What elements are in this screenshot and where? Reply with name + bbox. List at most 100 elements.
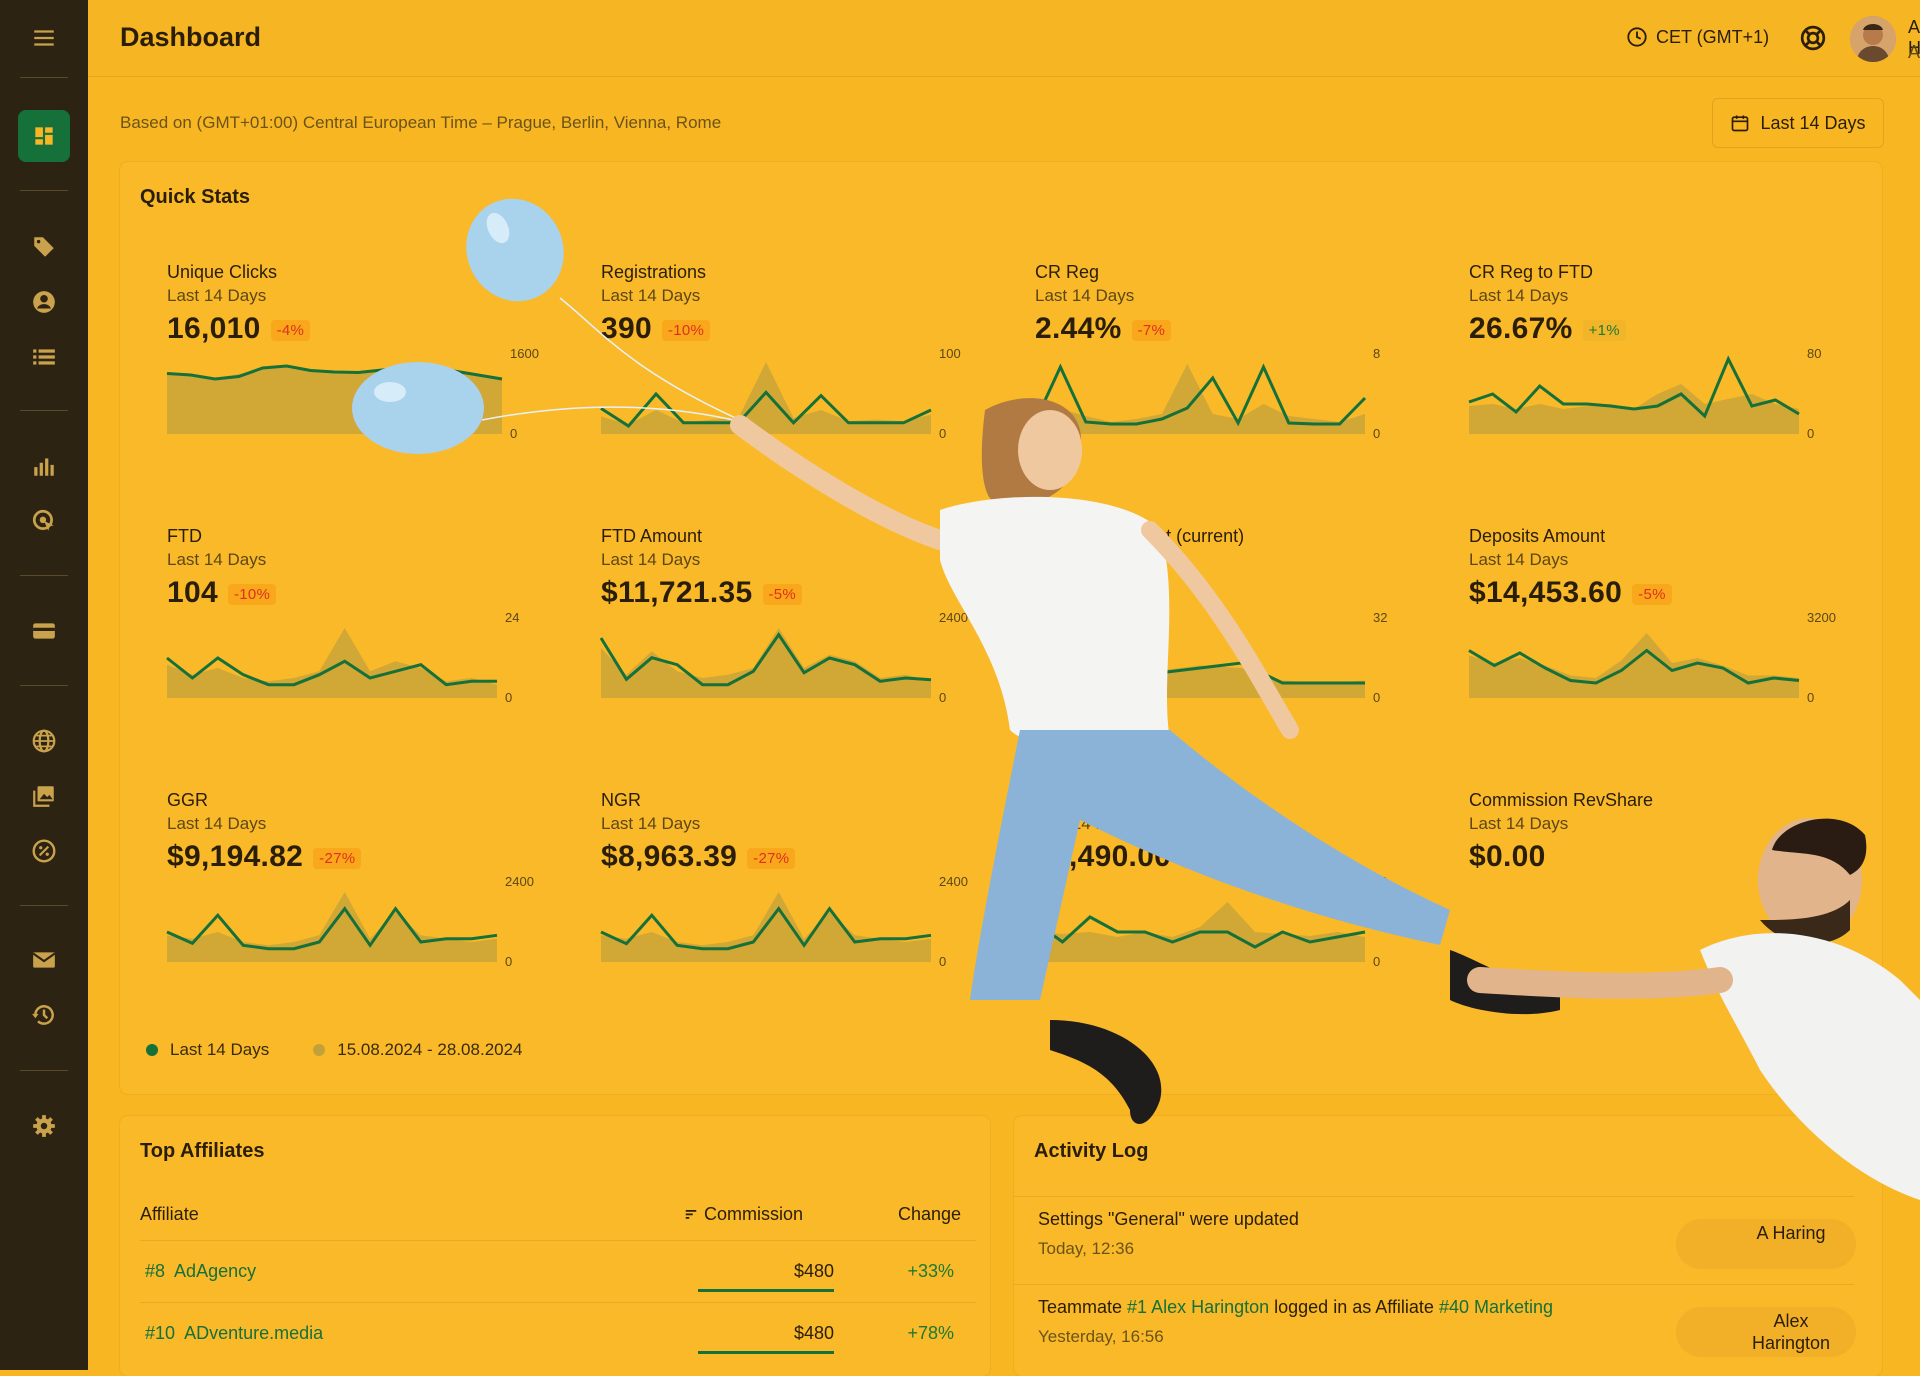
commission-value: $480: [793, 1323, 834, 1343]
stat-value: 390 -10%: [601, 312, 711, 346]
activity-link-affiliate[interactable]: #40 Marketing: [1439, 1297, 1553, 1317]
stat-period: Last 14 Days: [167, 814, 267, 833]
stat-value: 2.44% -7%: [1035, 312, 1172, 346]
col-commission-sort[interactable]: Commission: [684, 1204, 803, 1225]
help-lifebuoy-icon[interactable]: [1800, 25, 1826, 56]
stat-value: $14,453.60 -5%: [1469, 576, 1672, 610]
activity-text-pre: Teammate: [1038, 1297, 1128, 1317]
stat-value: $8,963.39 -27%: [601, 840, 796, 874]
previous-period-area: [167, 367, 502, 434]
images-icon[interactable]: [24, 776, 64, 816]
y-min-label: 0: [505, 690, 512, 705]
activity-text-pre: Settings "General" were updated: [1038, 1209, 1299, 1229]
legend-previous-dot: [313, 1044, 326, 1056]
stat-delta-badge: -5%: [1632, 583, 1672, 605]
activity-text-mid: logged in as Affiliate: [1269, 1297, 1439, 1317]
stat-period: Last 14 Days: [1469, 286, 1569, 305]
stat-value: $11,721.35 -5%: [601, 576, 803, 610]
user-circle-icon[interactable]: [24, 282, 64, 322]
stat-label: CR Reg: [1035, 262, 1100, 282]
dashboard-icon[interactable]: [18, 110, 70, 162]
y-min-label: 0: [1373, 426, 1380, 441]
previous-period-area: [167, 628, 497, 698]
affiliate-id: #8: [145, 1261, 166, 1281]
sparkline-chart: 80 0: [1034, 874, 1387, 969]
y-min-label: 0: [939, 690, 946, 705]
sparkline-chart: 2400 0: [599, 610, 968, 705]
activity-item: Settings "General" were updated Today, 1…: [1014, 1196, 1856, 1285]
affiliate-link[interactable]: #10 ADventure.media: [145, 1323, 323, 1344]
page-title: Dashboard: [120, 22, 262, 52]
sparkline-chart: 2400 0: [600, 874, 968, 969]
stat-delta-badge: -10%: [661, 319, 711, 341]
stat-card: NGR Last 14 Days $8,963.39 -27% 2400 0: [600, 790, 1001, 1030]
stat-label: Deposits Amount (current): [1035, 526, 1245, 546]
target-cursor-icon[interactable]: [24, 501, 64, 541]
y-min-label: 0: [939, 954, 946, 969]
activity-link-teammate[interactable]: #1 Alex Harington: [1127, 1297, 1269, 1317]
top-affiliates-title: Top Affiliates: [140, 1140, 265, 1162]
affiliate-name: AdAgency: [174, 1261, 257, 1281]
menu-icon[interactable]: [24, 18, 64, 58]
col-affiliate: Affiliate: [140, 1204, 199, 1224]
date-range-button[interactable]: Last 14 Days: [1712, 98, 1884, 148]
sparkline-chart: 100 0: [600, 346, 961, 441]
stat-period: Last 14 Days: [167, 286, 267, 305]
calendar-icon: [1732, 115, 1749, 132]
activity-item: Teammate #1 Alex Harington logged in as …: [1014, 1284, 1856, 1373]
stat-period: Last 14 Days: [1035, 286, 1135, 305]
sparkline-chart: 32 0: [1035, 610, 1387, 705]
sidebar-divider: [20, 77, 68, 78]
stat-label: Unique Clicks: [167, 262, 278, 282]
stat-period: Last 14 Days: [1469, 814, 1569, 833]
stat-period: Last 14 Days: [601, 286, 701, 305]
stat-label: FTD: [167, 526, 202, 546]
bar-chart-icon[interactable]: [24, 446, 64, 486]
col-change: Change: [898, 1204, 962, 1224]
sparkline-chart: 24 0: [166, 610, 519, 705]
timezone-note: Based on (GMT+01:00) Central European Ti…: [120, 113, 722, 132]
legend-current-dot: [146, 1044, 158, 1056]
stat-value-text: 16,010: [167, 312, 261, 345]
stat-label: FTD Amount: [601, 526, 703, 546]
stat-value: $9,194.82 -27%: [167, 840, 362, 874]
gear-icon[interactable]: [24, 1106, 64, 1146]
stat-delta-badge: -27%: [313, 847, 362, 869]
previous-period-area: [1469, 633, 1799, 698]
timezone-selector[interactable]: CET (GMT+1): [1626, 26, 1769, 48]
affiliate-link[interactable]: #8 AdAgency: [145, 1261, 256, 1282]
list-icon[interactable]: [24, 337, 64, 377]
activity-user-chip[interactable]: A Haring: [1676, 1219, 1856, 1269]
tag-icon[interactable]: [24, 227, 64, 267]
stat-value-text: 26.67%: [1469, 312, 1573, 345]
percent-icon[interactable]: [24, 831, 64, 871]
sidebar: [0, 0, 88, 1370]
y-min-label: 0: [505, 954, 512, 969]
y-max-label: 80: [1807, 346, 1821, 361]
stat-card: FTD Last 14 Days 104 -10% 24 0: [166, 526, 567, 766]
stat-card: Registrations Last 14 Days 390 -10% 100 0: [600, 262, 1001, 502]
sidebar-divider: [20, 1070, 68, 1071]
stat-label: CR Reg to FTD: [1469, 262, 1594, 282]
globe-icon[interactable]: [24, 721, 64, 761]
stat-value-text: $8,963.39: [601, 840, 738, 873]
stat-value-text: 2.44%: [1035, 312, 1122, 345]
stat-card: GGR Last 14 Days $9,194.82 -27% 2400 0: [166, 790, 567, 1030]
y-max-label: 80: [1373, 874, 1387, 889]
stat-delta-badge: -10%: [227, 583, 277, 605]
stat-value: 104 -10%: [167, 576, 277, 610]
activity-user-chip[interactable]: Alex Harington: [1676, 1307, 1856, 1357]
table-row[interactable]: #8 AdAgency $480 +33%: [140, 1240, 976, 1303]
stat-period: Last 14 Days: [167, 550, 267, 569]
table-row[interactable]: #10 ADventure.media $480 +78%: [140, 1302, 976, 1365]
activity-log-title: Activity Log: [1034, 1140, 1149, 1162]
history-icon[interactable]: [24, 995, 64, 1035]
avatar[interactable]: [1850, 16, 1896, 62]
sparkline-chart: 80: [1033, 346, 1380, 441]
mail-icon[interactable]: [24, 940, 64, 980]
affiliate-name: ADventure.media: [184, 1323, 324, 1343]
credit-card-icon[interactable]: [24, 611, 64, 651]
y-max-label: 32: [1373, 610, 1387, 625]
sidebar-divider: [20, 190, 68, 191]
sparkline-chart: 1600 0: [166, 346, 539, 441]
